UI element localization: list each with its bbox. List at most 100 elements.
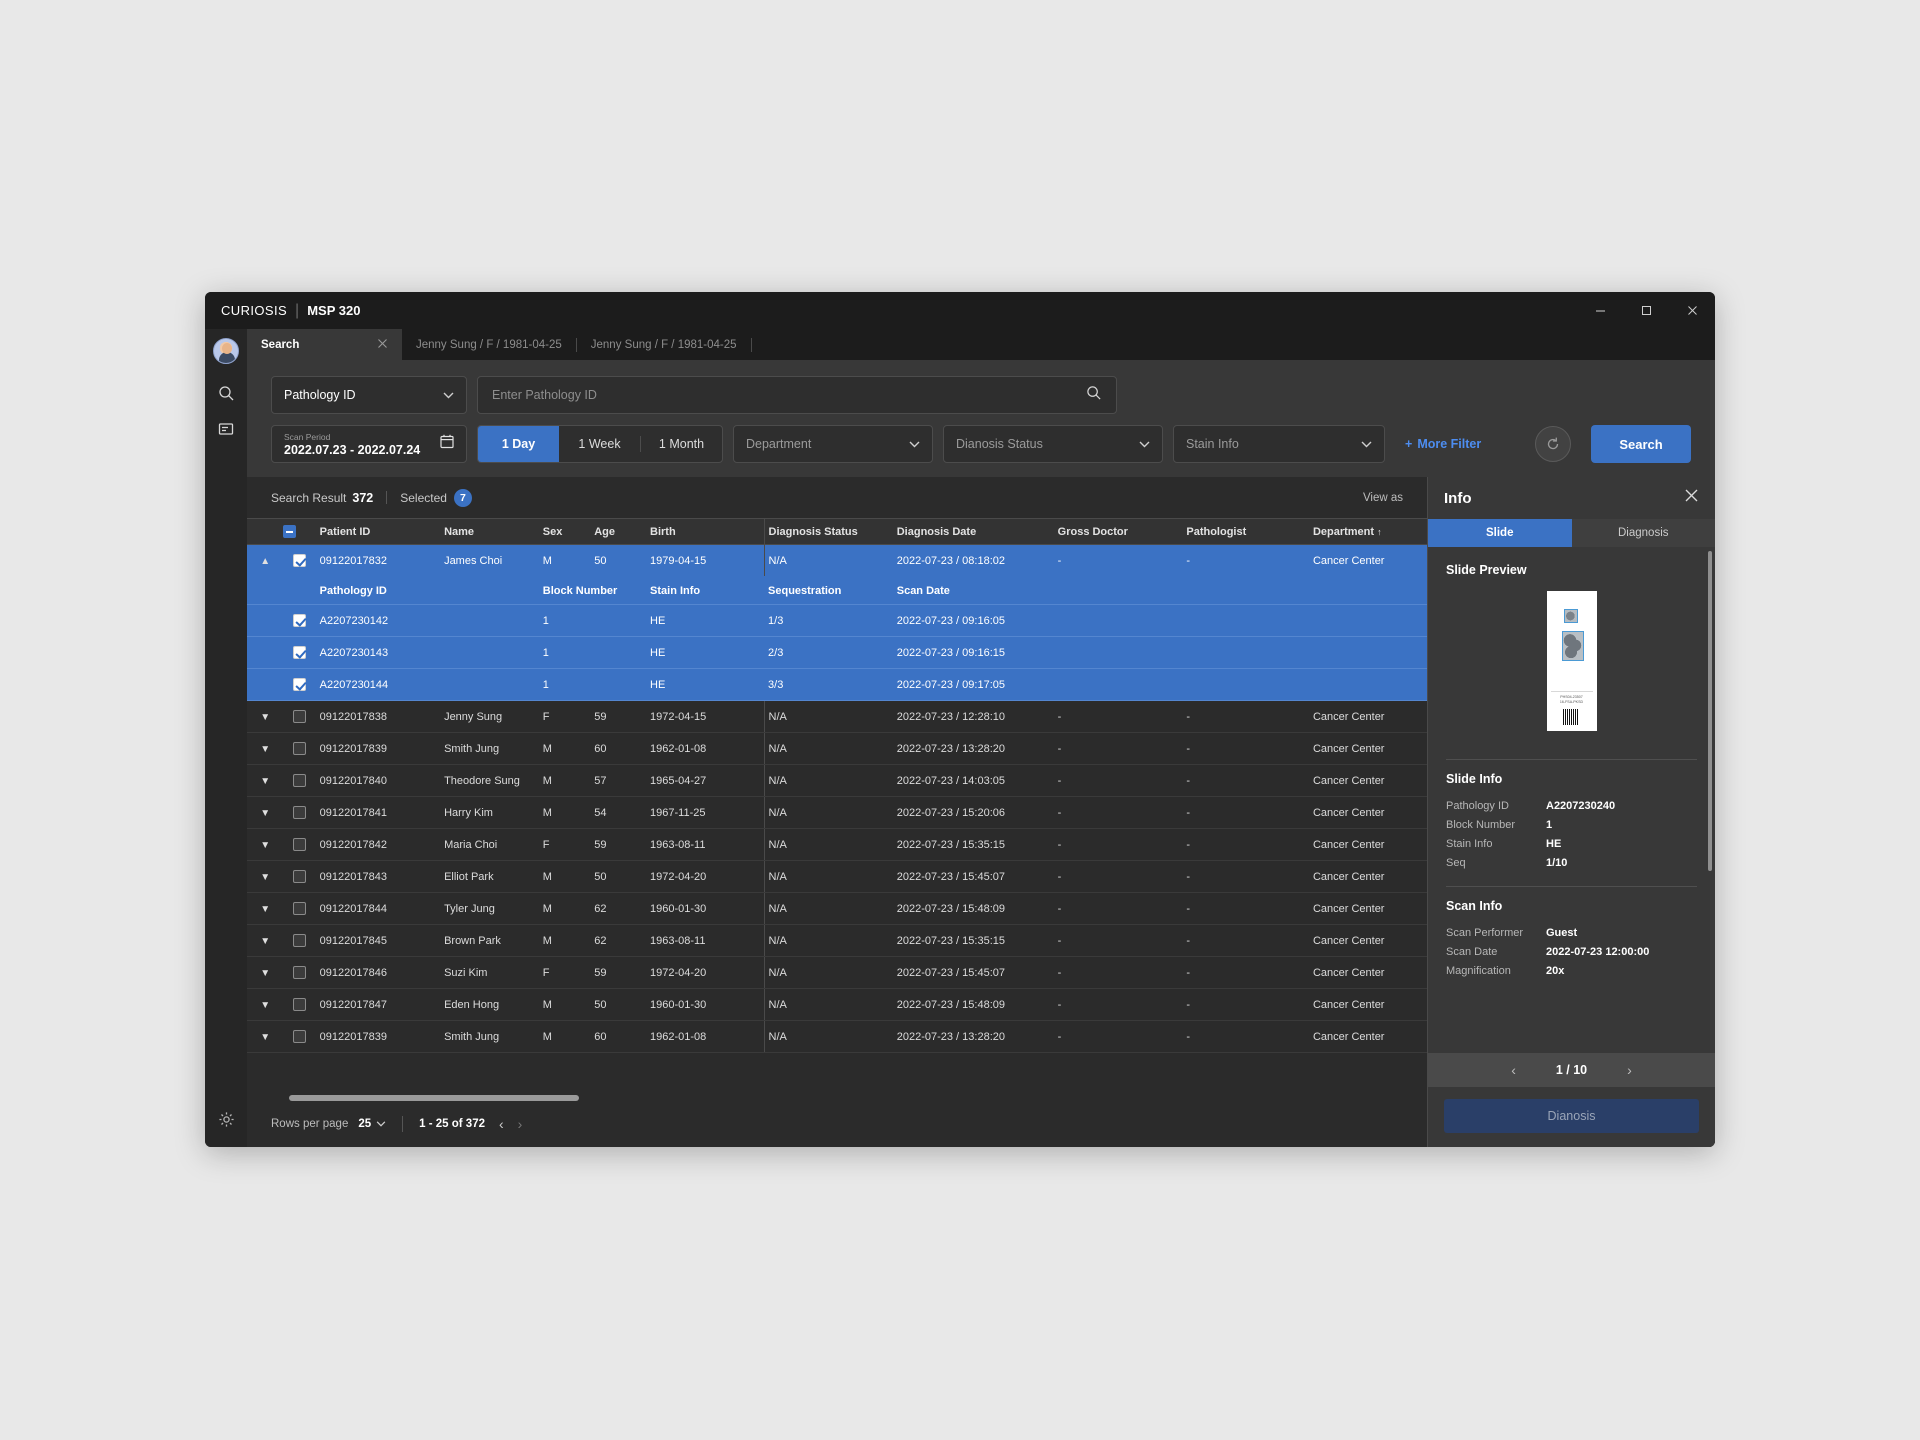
close-icon[interactable] (1669, 292, 1715, 329)
sub-row-checkbox[interactable] (293, 678, 307, 691)
row-checkbox-cell[interactable] (283, 700, 316, 733)
expand-toggle[interactable]: ▼ (247, 764, 284, 797)
slide-preview[interactable]: PHS04-23507 16-FSA-PKSD (1446, 587, 1697, 745)
row-checkbox-cell[interactable] (283, 764, 316, 797)
tab-patient-1[interactable]: Jenny Sung / F / 1981-04-25 (402, 329, 576, 360)
view-as-button[interactable]: View as (1363, 492, 1403, 504)
report-icon[interactable] (211, 414, 241, 444)
expand-toggle[interactable]: ▼ (247, 860, 284, 893)
header-pathologist[interactable]: Pathologist (1182, 518, 1309, 545)
row-checkbox[interactable] (293, 710, 307, 723)
rows-per-page-value[interactable]: 25 (358, 1118, 371, 1130)
more-filter-button[interactable]: + More Filter (1401, 437, 1485, 451)
expand-toggle[interactable]: ▼ (247, 828, 284, 861)
search-icon[interactable] (211, 378, 241, 408)
row-checkbox[interactable] (293, 774, 307, 787)
sub-table-row[interactable]: A2207230143 1 HE 2/3 2022-07-23 / 09:16:… (247, 636, 1427, 669)
expand-toggle[interactable]: ▼ (247, 732, 284, 765)
search-input[interactable]: Enter Pathology ID (477, 376, 1117, 414)
row-checkbox-cell[interactable] (283, 796, 316, 829)
select-all-checkbox-cell[interactable] (283, 518, 316, 545)
expand-toggle[interactable]: ▼ (247, 988, 284, 1021)
table-row[interactable]: ▼ 09122017839 Smith Jung M 60 1962-01-08 N/A 20… (247, 732, 1427, 765)
row-checkbox[interactable] (293, 1030, 307, 1043)
maximize-icon[interactable] (1623, 292, 1669, 329)
search-button[interactable]: Search (1591, 425, 1691, 463)
diagnosis-status-select[interactable]: Dianosis Status (943, 425, 1163, 463)
expand-toggle[interactable]: ▼ (247, 924, 284, 957)
table-row[interactable]: ▼ 09122017845 Brown Park M 62 1963-08-11 N/A 20… (247, 924, 1427, 957)
vertical-scrollbar[interactable] (1708, 551, 1712, 871)
close-icon[interactable] (377, 338, 388, 351)
header-department[interactable]: Department ↑ (1308, 518, 1427, 545)
row-checkbox-cell[interactable] (283, 924, 316, 957)
sub-row-checkbox[interactable] (293, 646, 307, 659)
calendar-icon[interactable] (440, 434, 454, 454)
row-checkbox-cell[interactable] (283, 892, 316, 925)
next-slide-button[interactable]: › (1627, 1062, 1632, 1078)
sub-row-checkbox-cell[interactable] (283, 636, 316, 669)
table-row[interactable]: ▼ 09122017847 Eden Hong M 50 1960-01-30 N/A 202… (247, 988, 1427, 1021)
row-checkbox[interactable] (293, 934, 307, 947)
row-checkbox-cell[interactable] (283, 1020, 316, 1053)
chevron-down-icon[interactable] (376, 1118, 386, 1130)
header-birth[interactable]: Birth (646, 518, 765, 545)
row-checkbox-cell[interactable] (283, 544, 316, 577)
prev-page-button[interactable]: ‹ (499, 1116, 504, 1132)
row-checkbox[interactable] (293, 998, 307, 1011)
table-row[interactable]: ▼ 09122017840 Theodore Sung M 57 1965-04-27 N/… (247, 764, 1427, 797)
prev-slide-button[interactable]: ‹ (1511, 1062, 1516, 1078)
table-row[interactable]: ▼ 09122017838 Jenny Sung F 59 1972-04-15 N/A 20… (247, 700, 1427, 733)
tab-search[interactable]: Search (247, 329, 402, 360)
expand-toggle[interactable]: ▼ (247, 1020, 284, 1053)
sub-row-checkbox-cell[interactable] (283, 668, 316, 701)
range-button-1-day[interactable]: 1 Day (478, 426, 559, 462)
tab-diagnosis[interactable]: Diagnosis (1571, 519, 1715, 547)
table-row[interactable]: ▼ 09122017841 Harry Kim M 54 1967-11-25 N/A 202… (247, 796, 1427, 829)
row-checkbox[interactable] (293, 870, 307, 883)
sub-row-checkbox-cell[interactable] (283, 604, 316, 637)
department-select[interactable]: Department (733, 425, 933, 463)
tab-patient-2[interactable]: Jenny Sung / F / 1981-04-25 (577, 329, 751, 360)
minimize-icon[interactable] (1577, 292, 1623, 329)
table-row[interactable]: ▲ 09122017832 James Choi M 50 1979-04-15… (247, 544, 1427, 577)
search-icon[interactable] (1086, 385, 1102, 406)
select-all-checkbox[interactable] (283, 525, 297, 538)
row-checkbox-cell[interactable] (283, 732, 316, 765)
expand-toggle[interactable]: ▼ (247, 796, 284, 829)
scrollbar-thumb[interactable] (289, 1095, 579, 1101)
expand-toggle[interactable]: ▼ (247, 700, 284, 733)
header-sex[interactable]: Sex (538, 518, 591, 545)
collapse-toggle[interactable]: ▲ (247, 544, 284, 577)
reset-button[interactable] (1535, 426, 1571, 462)
header-name[interactable]: Name (440, 518, 539, 545)
table-row[interactable]: ▼ 09122017843 Elliot Park M 50 1972-04-20 N/A 2… (247, 860, 1427, 893)
horizontal-scrollbar[interactable] (247, 1095, 1427, 1101)
table-row[interactable]: ▼ 09122017846 Suzi Kim F 59 1972-04-20 N/A 2022… (247, 956, 1427, 989)
diagnosis-button[interactable]: Dianosis (1444, 1099, 1699, 1133)
row-checkbox-cell[interactable] (283, 860, 316, 893)
header-patient-id[interactable]: Patient ID (315, 518, 441, 545)
category-select[interactable]: Pathology ID (271, 376, 467, 414)
expand-toggle[interactable]: ▼ (247, 892, 284, 925)
scan-period-field[interactable]: Scan Period 2022.07.23 - 2022.07.24 (271, 425, 467, 463)
row-checkbox[interactable] (293, 806, 307, 819)
close-icon[interactable] (1684, 488, 1699, 508)
row-checkbox-cell[interactable] (283, 828, 316, 861)
row-checkbox-cell[interactable] (283, 988, 316, 1021)
sub-row-checkbox[interactable] (293, 614, 307, 627)
range-button-1-month[interactable]: 1 Month (641, 426, 722, 462)
settings-icon[interactable] (211, 1104, 241, 1134)
row-checkbox[interactable] (293, 554, 307, 567)
header-age[interactable]: Age (590, 518, 647, 545)
header-diagnosis-status[interactable]: Diagnosis Status (763, 518, 893, 545)
table-row[interactable]: ▼ 09122017844 Tyler Jung M 62 1960-01-30 N/A 20… (247, 892, 1427, 925)
row-checkbox[interactable] (293, 838, 307, 851)
row-checkbox[interactable] (293, 966, 307, 979)
table-row[interactable]: ▼ 09122017839 Smith Jung M 60 1962-01-08 N/A 20… (247, 1020, 1427, 1053)
sub-table-row[interactable]: A2207230142 1 HE 1/3 2022-07-23 / 09:16:… (247, 604, 1427, 637)
slide-image[interactable]: PHS04-23507 16-FSA-PKSD (1546, 591, 1597, 731)
next-page-button[interactable]: › (518, 1116, 523, 1132)
row-checkbox-cell[interactable] (283, 956, 316, 989)
table-row[interactable]: ▼ 09122017842 Maria Choi F 59 1963-08-11 N/A 20… (247, 828, 1427, 861)
